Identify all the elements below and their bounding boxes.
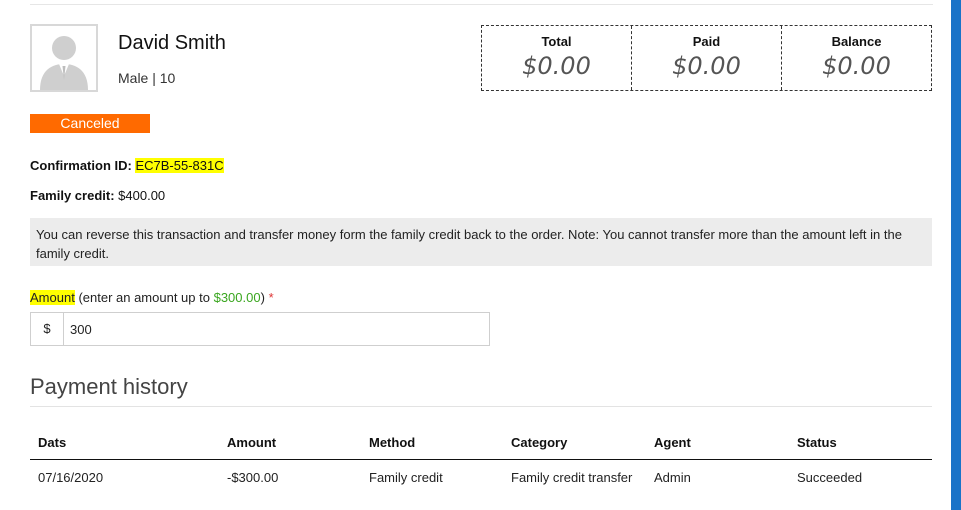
amount-max-value: $300.00 bbox=[213, 290, 261, 305]
family-credit-value: $400.00 bbox=[118, 188, 166, 203]
confirmation-id: Confirmation ID: EC7B-55-831C bbox=[30, 158, 224, 173]
balance-value: $0.00 bbox=[822, 52, 891, 80]
paid-cell: Paid $0.00 bbox=[631, 26, 781, 90]
table-header-row: Dats Amount Method Category Agent Status bbox=[30, 430, 932, 460]
column-header: Agent bbox=[646, 430, 789, 460]
cell-category: Family credit transfer bbox=[511, 470, 633, 485]
patient-details: Male | 10 bbox=[118, 70, 176, 86]
payment-history-table: Dats Amount Method Category Agent Status… bbox=[30, 430, 932, 487]
amount-hint-prefix: (enter an amount up to bbox=[78, 290, 210, 305]
amount-input[interactable] bbox=[64, 313, 489, 345]
paid-label: Paid bbox=[692, 34, 721, 49]
family-credit: Family credit: $400.00 bbox=[30, 188, 165, 203]
confirmation-label: Confirmation ID: bbox=[30, 158, 132, 173]
avatar bbox=[30, 24, 98, 92]
top-divider bbox=[30, 4, 933, 5]
totals-box: Total $0.00 Paid $0.00 Balance $0.00 bbox=[481, 25, 932, 91]
amount-input-group: $ bbox=[30, 312, 490, 346]
user-placeholder-icon bbox=[32, 26, 96, 90]
column-header: Amount bbox=[219, 430, 361, 460]
order-panel: David Smith Male | 10 Total $0.00 Paid $… bbox=[0, 0, 951, 510]
column-header: Dats bbox=[30, 430, 219, 460]
info-note: You can reverse this transaction and tra… bbox=[30, 218, 932, 266]
total-label: Total bbox=[541, 34, 572, 49]
cell-date: 07/16/2020 bbox=[38, 470, 104, 485]
cell-method: Family credit bbox=[369, 470, 443, 485]
cell-agent: Admin bbox=[654, 470, 691, 485]
cell-amount: -$300.00 bbox=[227, 470, 279, 485]
paid-value: $0.00 bbox=[672, 52, 741, 80]
section-divider bbox=[30, 406, 932, 407]
cell-status: Succeeded bbox=[797, 470, 863, 485]
balance-label: Balance bbox=[831, 34, 882, 49]
total-value: $0.00 bbox=[522, 52, 591, 80]
confirmation-value: EC7B-55-831C bbox=[135, 158, 224, 173]
required-mark: * bbox=[268, 290, 274, 305]
family-credit-label: Family credit: bbox=[30, 188, 115, 203]
balance-cell: Balance $0.00 bbox=[781, 26, 931, 90]
payment-history-title: Payment history bbox=[30, 374, 188, 399]
patient-name: David Smith bbox=[118, 32, 226, 54]
amount-label: Amount bbox=[30, 290, 75, 305]
total-cell: Total $0.00 bbox=[482, 26, 631, 90]
column-header: Method bbox=[361, 430, 503, 460]
currency-prefix: $ bbox=[31, 313, 64, 345]
table-row: 07/16/2020 -$300.00 Family credit Family… bbox=[30, 460, 932, 488]
column-header: Status bbox=[789, 430, 932, 460]
amount-label-row: Amount (enter an amount up to $300.00) * bbox=[30, 290, 274, 305]
column-header: Category bbox=[503, 430, 646, 460]
amount-hint-suffix: ) bbox=[260, 290, 265, 305]
status-badge: Canceled bbox=[30, 114, 150, 133]
